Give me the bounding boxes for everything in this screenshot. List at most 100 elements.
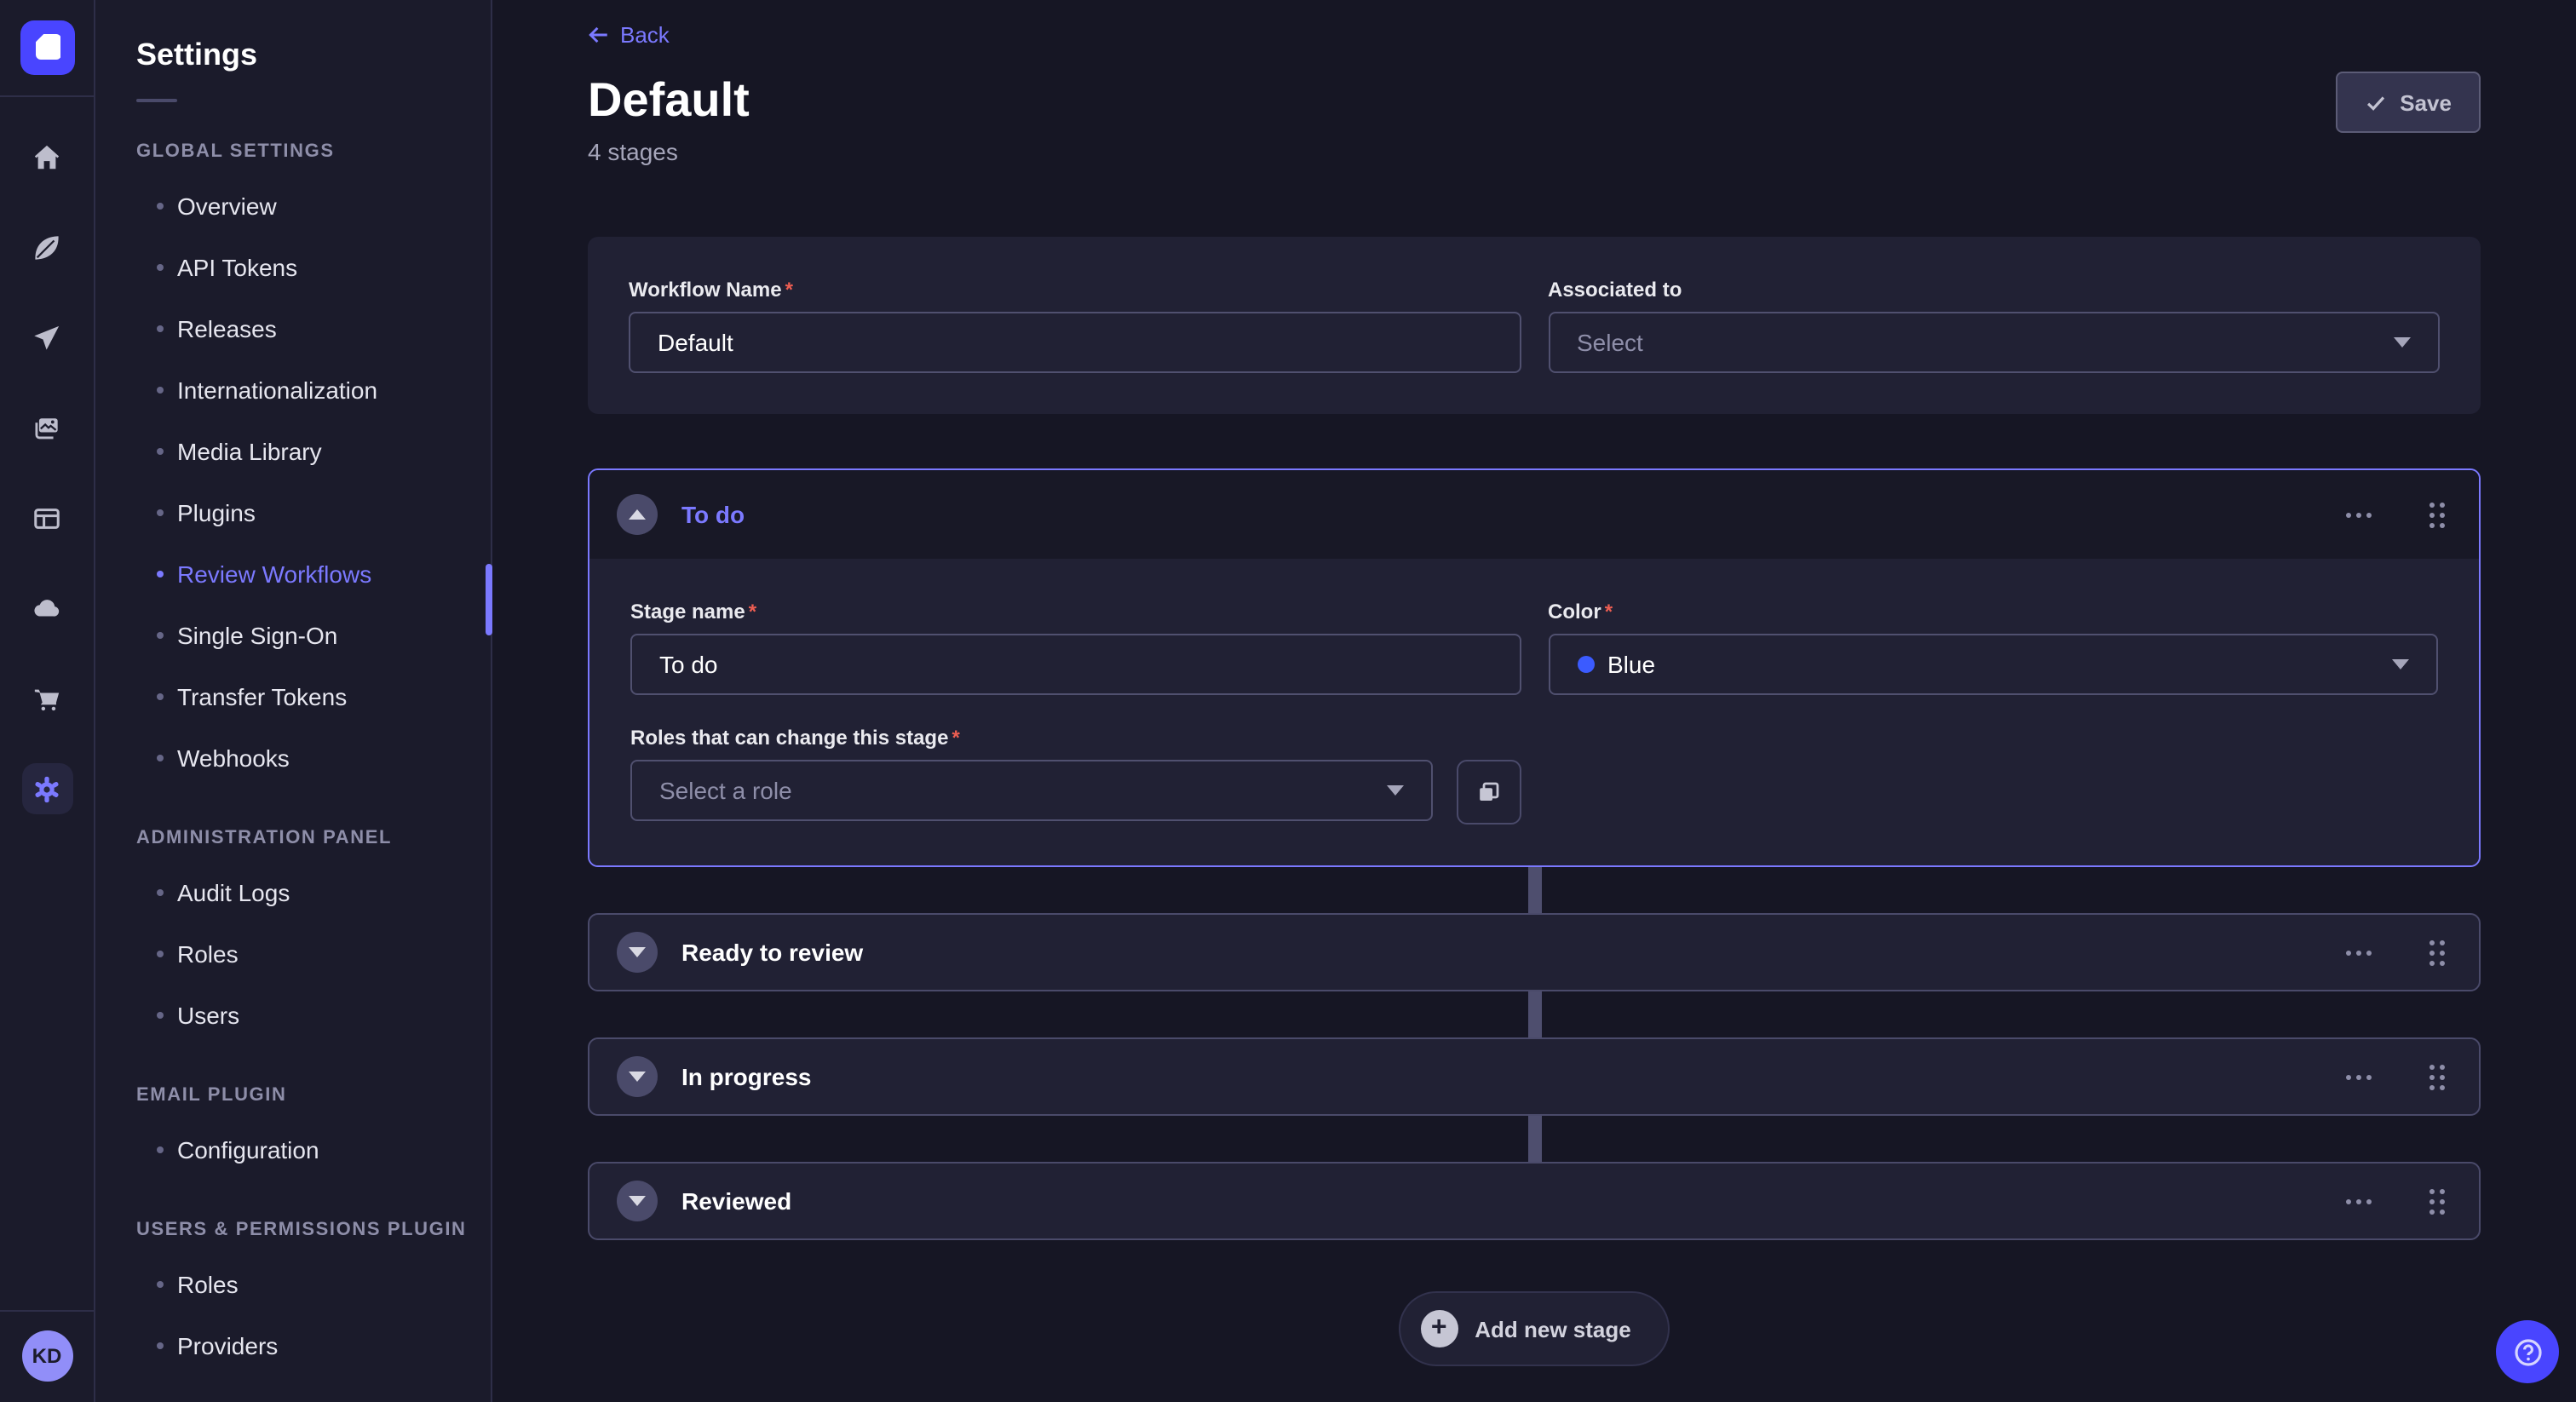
sidebar-item-users[interactable]: Users — [95, 985, 491, 1046]
workflow-name-input[interactable] — [629, 312, 1521, 373]
sidebar-section-users-permissions: USERS & PERMISSIONS PLUGIN Roles Provide… — [95, 1220, 491, 1376]
stage-connector — [1527, 1116, 1541, 1162]
chevron-down-icon — [2394, 337, 2411, 348]
sidebar-item-releases[interactable]: Releases — [95, 298, 491, 359]
chevron-down-icon — [1386, 785, 1403, 796]
more-options-icon[interactable] — [2339, 943, 2378, 962]
sidebar-item-api-tokens[interactable]: API Tokens — [95, 237, 491, 298]
strapi-logo-glyph — [35, 34, 60, 60]
sidebar-item-plugins[interactable]: Plugins — [95, 482, 491, 543]
more-options-icon[interactable] — [2339, 1067, 2378, 1086]
back-link[interactable]: Back — [588, 22, 670, 48]
stage-color-label: Color — [1548, 600, 2438, 623]
stage-card-reviewed[interactable]: Reviewed — [588, 1162, 2481, 1240]
sidebar-item-providers[interactable]: Providers — [95, 1315, 491, 1376]
settings-sidebar: Settings GLOBAL SETTINGS Overview API To… — [95, 0, 492, 1402]
main-content: Back Default Save 4 stages Workflow Name… — [492, 0, 2576, 1402]
media-library-icon[interactable] — [21, 402, 72, 453]
stage-title: To do — [681, 501, 745, 528]
strapi-logo[interactable] — [20, 20, 74, 75]
stage-card-ready-to-review[interactable]: Ready to review — [588, 913, 2481, 991]
sidebar-title-divider — [136, 99, 177, 102]
check-icon — [2364, 91, 2386, 113]
sidebar-item-label: Overview — [177, 192, 277, 220]
add-new-stage-button[interactable]: + Add new stage — [1398, 1291, 1670, 1366]
save-button[interactable]: Save — [2335, 72, 2481, 133]
stage-color-field: Color Blue — [1548, 600, 2438, 695]
back-label: Back — [620, 22, 670, 48]
more-options-icon[interactable] — [2339, 1192, 2378, 1210]
stage-roles-select[interactable]: Select a role — [630, 760, 1432, 821]
sidebar-item-label: Internationalization — [177, 376, 377, 404]
content-manager-icon[interactable] — [21, 221, 72, 273]
more-options-icon[interactable] — [2339, 505, 2378, 524]
bullet-icon — [157, 325, 164, 332]
sidebar-item-up-roles[interactable]: Roles — [95, 1254, 491, 1315]
page-title: Default — [588, 72, 750, 129]
sidebar-item-single-sign-on[interactable]: Single Sign-On — [95, 605, 491, 666]
workflow-name-label: Workflow Name — [629, 278, 1521, 302]
expand-stage-button[interactable] — [617, 1181, 658, 1221]
subnav-scroll-thumb[interactable] — [486, 564, 492, 635]
drag-handle-icon[interactable] — [2423, 933, 2452, 972]
sidebar-item-media-library[interactable]: Media Library — [95, 421, 491, 482]
bullet-icon — [157, 448, 164, 455]
collapse-stage-button[interactable] — [617, 494, 658, 535]
sidebar-item-overview[interactable]: Overview — [95, 175, 491, 237]
sidebar-item-label: Plugins — [177, 499, 256, 526]
stage-color-select[interactable]: Blue — [1548, 634, 2438, 695]
drag-handle-icon[interactable] — [2423, 1057, 2452, 1096]
bullet-icon — [157, 264, 164, 271]
stage-body-todo: Stage name Color Blue Roles that can cha… — [589, 559, 2479, 865]
main-nav-rail: KD — [0, 0, 95, 1402]
stage-card-in-progress[interactable]: In progress — [588, 1037, 2481, 1116]
save-label: Save — [2400, 89, 2452, 115]
help-button[interactable] — [2496, 1320, 2559, 1383]
apply-to-all-stages-button[interactable] — [1456, 760, 1521, 825]
sidebar-item-transfer-tokens[interactable]: Transfer Tokens — [95, 666, 491, 727]
deploy-icon[interactable] — [21, 583, 72, 634]
bullet-icon — [157, 889, 164, 896]
rail-divider — [0, 95, 95, 97]
bullet-icon — [157, 387, 164, 394]
stage-color-value: Blue — [1607, 651, 1655, 678]
stage-connector — [1527, 867, 1541, 913]
sidebar-section-admin-panel: ADMINISTRATION PANEL Audit Logs Roles Us… — [95, 828, 491, 1046]
user-avatar[interactable]: KD — [21, 1330, 72, 1382]
stage-header-todo[interactable]: To do — [589, 470, 2479, 559]
drag-handle-icon[interactable] — [2423, 1181, 2452, 1221]
bullet-icon — [157, 509, 164, 516]
bullet-icon — [157, 632, 164, 639]
home-icon[interactable] — [21, 131, 72, 182]
sidebar-item-label: Media Library — [177, 438, 322, 465]
sidebar-item-audit-logs[interactable]: Audit Logs — [95, 862, 491, 923]
sidebar-item-review-workflows[interactable]: Review Workflows — [95, 543, 491, 605]
associated-to-select[interactable]: Select — [1548, 312, 2440, 373]
sidebar-item-label: Releases — [177, 315, 277, 342]
sidebar-item-internationalization[interactable]: Internationalization — [95, 359, 491, 421]
chevron-down-icon — [2392, 659, 2409, 669]
stage-name-input[interactable] — [630, 634, 1521, 695]
color-swatch — [1577, 656, 1594, 673]
section-label: GLOBAL SETTINGS — [136, 141, 491, 162]
releases-icon[interactable] — [21, 312, 72, 363]
content-type-builder-icon[interactable] — [21, 492, 72, 543]
sidebar-item-admin-roles[interactable]: Roles — [95, 923, 491, 985]
sidebar-item-label: Webhooks — [177, 744, 290, 772]
section-label: USERS & PERMISSIONS PLUGIN — [136, 1220, 491, 1240]
expand-stage-button[interactable] — [617, 1056, 658, 1097]
marketplace-icon[interactable] — [21, 673, 72, 724]
settings-icon[interactable] — [21, 763, 72, 814]
workflow-name-field: Workflow Name — [629, 278, 1521, 373]
section-label: EMAIL PLUGIN — [136, 1085, 491, 1106]
sidebar-item-label: Roles — [177, 1271, 239, 1298]
sidebar-item-webhooks[interactable]: Webhooks — [95, 727, 491, 789]
sidebar-item-configuration[interactable]: Configuration — [95, 1119, 491, 1181]
chevron-down-icon — [629, 1196, 646, 1206]
stage-card-todo: To do Stage name Color Bl — [588, 468, 2481, 867]
expand-stage-button[interactable] — [617, 932, 658, 973]
sidebar-item-label: Single Sign-On — [177, 622, 337, 649]
help-icon — [2510, 1335, 2544, 1369]
chevron-down-icon — [629, 947, 646, 957]
drag-handle-icon[interactable] — [2423, 495, 2452, 534]
